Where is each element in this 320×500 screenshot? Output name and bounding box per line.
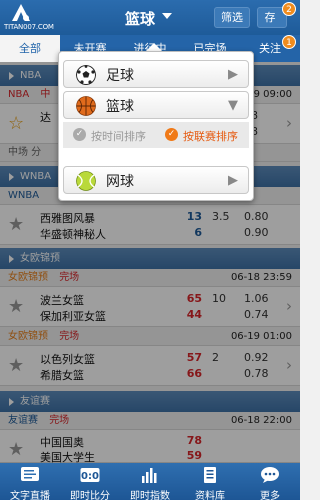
bottom-navigation: 文字直播 0:0 即时比分 即时指数 资料库 更多 bbox=[0, 463, 300, 500]
nav-label: 更多 bbox=[260, 491, 280, 500]
sport-option-label: 网球 bbox=[106, 174, 134, 190]
sort-by-time[interactable]: 按时间排序 bbox=[91, 128, 146, 144]
logo-mark-icon bbox=[12, 4, 30, 21]
odds-chart-icon bbox=[142, 468, 157, 483]
live-score-icon: 0:0 bbox=[80, 468, 100, 482]
chevron-right-icon: ▶ bbox=[228, 173, 238, 188]
basketball-icon bbox=[76, 96, 96, 116]
saved-count-badge: 2 bbox=[282, 2, 296, 16]
sport-option-soccer[interactable]: 足球 ▶ bbox=[63, 60, 249, 88]
chevron-right-icon: ▶ bbox=[228, 67, 238, 82]
tab-all[interactable]: 全部 bbox=[0, 35, 60, 62]
favorites-count-badge: 1 bbox=[282, 35, 296, 49]
sport-option-label: 足球 bbox=[106, 68, 134, 84]
svg-text:0:0: 0:0 bbox=[81, 471, 99, 482]
nav-more[interactable]: 更多 bbox=[240, 463, 300, 500]
chevron-down-icon: ▼ bbox=[228, 98, 238, 113]
check-icon[interactable]: ✓ bbox=[73, 128, 86, 141]
sort-options: ✓ 按时间排序 ✓ 按联赛排序 bbox=[63, 122, 249, 148]
nav-database[interactable]: 资料库 bbox=[180, 463, 240, 500]
more-chat-icon bbox=[261, 467, 279, 483]
database-icon bbox=[204, 467, 216, 483]
soccer-ball-icon bbox=[76, 65, 96, 85]
nav-label: 即时比分 bbox=[70, 491, 110, 500]
dropdown-pointer bbox=[146, 43, 162, 51]
text-live-icon bbox=[21, 467, 39, 481]
filter-button[interactable]: 筛选 bbox=[214, 7, 250, 28]
nav-text-live[interactable]: 文字直播 bbox=[0, 463, 60, 500]
sport-selector-dropdown: 足球 ▶ 篮球 ▼ ✓ 按时间排序 ✓ 按联赛排序 网球 ▶ bbox=[58, 51, 254, 201]
sport-option-label: 篮球 bbox=[106, 99, 134, 115]
sport-option-tennis[interactable]: 网球 ▶ bbox=[63, 166, 249, 194]
sport-title[interactable]: 篮球 bbox=[125, 8, 155, 29]
nav-label: 即时指数 bbox=[130, 491, 170, 500]
app-header: TITAN007.COM 篮球 筛选 存 2 bbox=[0, 0, 300, 35]
nav-label: 文字直播 bbox=[10, 491, 50, 500]
nav-live-odds[interactable]: 即时指数 bbox=[120, 463, 180, 500]
check-icon[interactable]: ✓ bbox=[165, 128, 178, 141]
app-logo: TITAN007.COM bbox=[4, 3, 54, 33]
nav-live-score[interactable]: 0:0 即时比分 bbox=[60, 463, 120, 500]
tennis-ball-icon bbox=[76, 171, 96, 191]
sort-by-league[interactable]: 按联赛排序 bbox=[183, 128, 238, 144]
logo-text: TITAN007.COM bbox=[4, 23, 54, 31]
sport-option-basketball[interactable]: 篮球 ▼ bbox=[63, 91, 249, 119]
nav-label: 资料库 bbox=[195, 491, 225, 500]
chevron-down-icon[interactable] bbox=[162, 13, 172, 19]
